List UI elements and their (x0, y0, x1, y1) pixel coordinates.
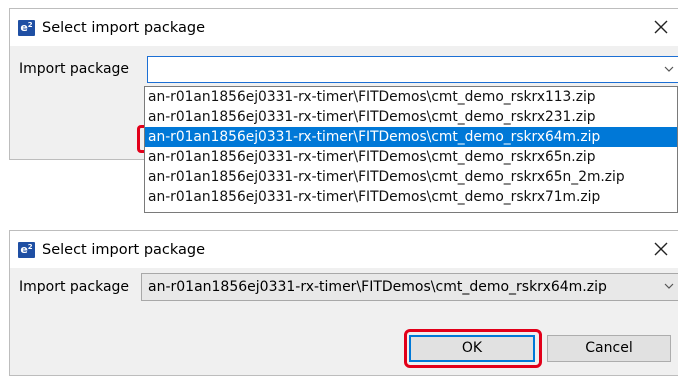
cancel-button[interactable]: Cancel (547, 335, 671, 362)
dialog-title: Select import package (42, 20, 206, 36)
close-icon (654, 242, 668, 256)
close-button[interactable] (648, 13, 674, 41)
e2-studio-app-icon: e2 (18, 20, 35, 36)
list-item-rskrx65n-2m[interactable]: an-r01an1856ej0331-rx-timer\FITDemos\cmt… (145, 167, 677, 187)
close-icon (654, 20, 668, 34)
close-button[interactable] (648, 235, 674, 263)
e2-studio-app-icon: e2 (18, 242, 35, 258)
import-package-combobox[interactable] (147, 56, 678, 83)
list-item-rskrx71m[interactable]: an-r01an1856ej0331-rx-timer\FITDemos\cmt… (145, 187, 677, 207)
dialog-title: Select import package (42, 242, 206, 258)
title-bar: e2 Select import package (10, 9, 678, 46)
chevron-down-icon (664, 283, 674, 289)
import-package-dropdown-list[interactable]: an-r01an1856ej0331-rx-timer\FITDemos\cmt… (144, 86, 678, 213)
list-item-rskrx65n[interactable]: an-r01an1856ej0331-rx-timer\FITDemos\cmt… (145, 147, 677, 167)
list-item-rskrx113[interactable]: an-r01an1856ej0331-rx-timer\FITDemos\cmt… (145, 87, 677, 107)
import-package-combobox[interactable]: an-r01an1856ej0331-rx-timer\FITDemos\cmt… (141, 273, 678, 301)
list-item-rskrx231[interactable]: an-r01an1856ej0331-rx-timer\FITDemos\cmt… (145, 107, 677, 127)
select-import-package-dialog-selected: e2 Select import package Import package … (9, 230, 678, 376)
list-item-rskrx64m-selected[interactable]: an-r01an1856ej0331-rx-timer\FITDemos\cmt… (145, 127, 677, 147)
import-package-label: Import package (19, 279, 130, 295)
import-package-label: Import package (19, 61, 130, 77)
chevron-down-icon (664, 66, 674, 72)
title-bar: e2 Select import package (10, 231, 678, 268)
ok-button[interactable]: OK (409, 335, 535, 362)
combobox-value: an-r01an1856ej0331-rx-timer\FITDemos\cmt… (148, 279, 607, 295)
